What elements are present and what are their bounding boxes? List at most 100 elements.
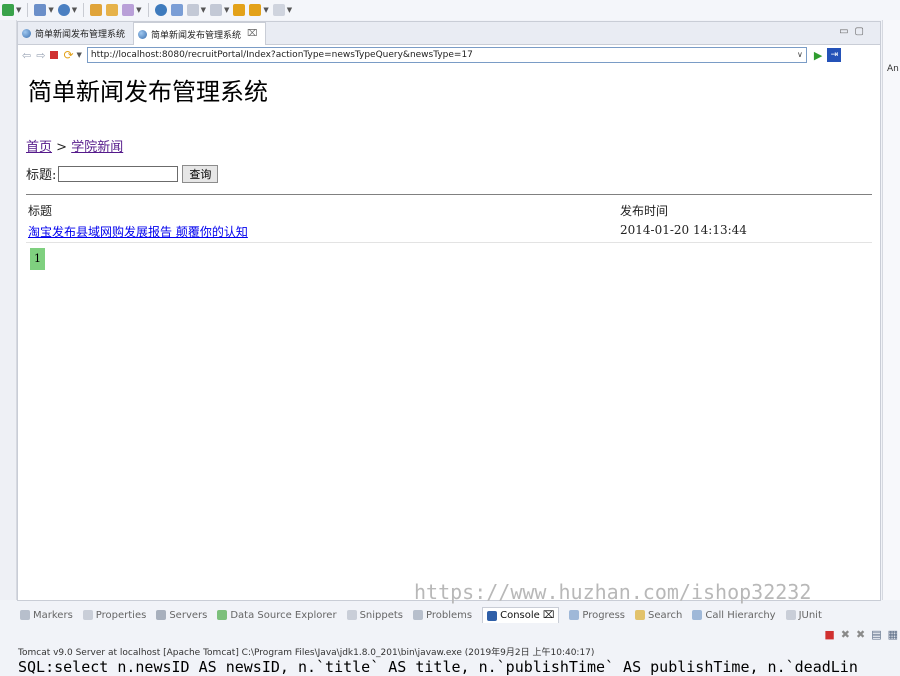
- news-title-link[interactable]: 淘宝发布县域网购发展报告 颠覆你的认知: [28, 223, 620, 240]
- divider: [26, 242, 872, 243]
- dropdown-arrow-icon[interactable]: ▼: [263, 6, 268, 14]
- watermark: https://www.huzhan.com/ishop32232: [414, 580, 812, 604]
- scroll-lock-icon[interactable]: ▤: [871, 628, 881, 641]
- console-output-sql: SQL:select n.newsID AS newsID, n.`title`…: [18, 658, 858, 676]
- remove-all-icon[interactable]: ✖: [856, 628, 865, 641]
- table-row: 淘宝发布县域网购发展报告 颠覆你的认知 2014-01-20 14:13:44: [28, 223, 872, 240]
- tab-label: Servers: [169, 609, 208, 621]
- tab-label: Data Source Explorer: [230, 609, 337, 621]
- console-server-info: Tomcat v9.0 Server at localhost [Apache …: [18, 648, 595, 658]
- breadcrumb: 首页 > 学院新闻: [26, 136, 123, 155]
- forward-icon[interactable]: [272, 4, 285, 16]
- next-annotation-icon[interactable]: [209, 4, 222, 16]
- forward-arrow-icon[interactable]: ⇨: [36, 49, 45, 62]
- toolbar-separator: [83, 3, 85, 17]
- globe-icon: [138, 29, 148, 39]
- internal-browser-editor: 简单新闻发布管理系统 简单新闻发布管理系统 ⌧ ▭▢ ⇦ ⇨ ⟳ ▼ http:…: [17, 21, 881, 604]
- dropdown-arrow-icon[interactable]: ▼: [72, 6, 77, 14]
- tab-label: Search: [648, 609, 683, 621]
- tab-snippets[interactable]: Snippets: [346, 609, 404, 621]
- refresh-icon[interactable]: ⟳: [63, 48, 73, 62]
- tab-label: Problems: [426, 609, 473, 621]
- tab-properties[interactable]: Properties: [82, 609, 147, 621]
- news-table: 标题 发布时间 淘宝发布县域网购发展报告 颠覆你的认知 2014-01-20 1…: [28, 202, 872, 240]
- data-source-icon: [217, 610, 228, 620]
- tab-call-hierarchy[interactable]: Call Hierarchy: [692, 610, 776, 621]
- open-type-icon[interactable]: [34, 4, 47, 16]
- browser-menu-icon[interactable]: ⇥: [827, 48, 842, 62]
- progress-icon: [569, 610, 580, 620]
- dropdown-arrow-icon[interactable]: ▼: [136, 6, 141, 14]
- open-folder-icon[interactable]: [106, 4, 119, 16]
- tab-browser-2[interactable]: 简单新闻发布管理系统 ⌧: [133, 22, 267, 45]
- tab-markers[interactable]: Markers: [20, 610, 73, 621]
- new-icon[interactable]: [2, 4, 14, 16]
- breadcrumb-home-link[interactable]: 首页: [26, 140, 52, 155]
- tab-progress[interactable]: Progress: [569, 610, 625, 621]
- console-icon: [487, 610, 498, 621]
- tab-label: Snippets: [359, 609, 404, 621]
- url-input[interactable]: http://localhost:8080/recruitPortal/Inde…: [86, 47, 807, 63]
- query-button[interactable]: 查询: [182, 164, 219, 183]
- breadcrumb-separator: >: [56, 140, 68, 155]
- divider: [26, 194, 872, 195]
- page-title: 简单新闻发布管理系统: [28, 78, 268, 106]
- header-publish-time: 发布时间: [620, 204, 669, 218]
- console-toolbar: ■ ✖ ✖ ▤ ▦: [824, 628, 898, 641]
- search-label: 标题:: [26, 168, 57, 183]
- tab-label: Progress: [582, 609, 626, 621]
- dropdown-arrow-icon[interactable]: ▼: [16, 6, 21, 14]
- close-icon[interactable]: ⌧: [543, 610, 555, 621]
- tab-search[interactable]: Search: [635, 610, 682, 621]
- tab-problems[interactable]: Problems: [413, 610, 472, 621]
- pencil-icon[interactable]: [122, 4, 135, 16]
- dropdown-arrow-icon[interactable]: ▼: [201, 6, 206, 14]
- breadcrumb-current-link[interactable]: 学院新闻: [71, 140, 123, 155]
- globe-icon[interactable]: [154, 4, 167, 16]
- search-row: 标题: 查询: [26, 164, 219, 183]
- bottom-panel-tabs: Markers Properties Servers Data Source E…: [17, 604, 900, 626]
- tab-label: Properties: [95, 609, 147, 621]
- annotation-icon[interactable]: [186, 4, 199, 16]
- problems-icon: [413, 610, 424, 620]
- dropdown-arrow-icon[interactable]: ▼: [77, 51, 82, 59]
- toolbar-separator: [147, 3, 149, 17]
- search-icon[interactable]: [170, 4, 183, 16]
- servers-icon: [156, 610, 167, 620]
- terminate-icon[interactable]: ■: [824, 628, 834, 641]
- properties-icon: [82, 610, 93, 620]
- tab-console[interactable]: Console ⌧: [482, 607, 560, 623]
- settings-icon[interactable]: [57, 4, 70, 16]
- window-controls: ▭▢: [839, 26, 870, 37]
- tab-data-source-explorer[interactable]: Data Source Explorer: [217, 609, 337, 621]
- left-panel-strip: [0, 20, 17, 600]
- tab-browser-1[interactable]: 简单新闻发布管理系统: [18, 22, 133, 44]
- search-icon: [635, 610, 646, 620]
- go-icon[interactable]: ▶: [814, 49, 822, 62]
- tab-label: 简单新闻发布管理系统: [151, 30, 242, 41]
- dropdown-arrow-icon[interactable]: ▼: [287, 6, 292, 14]
- dropdown-arrow-icon[interactable]: ▼: [224, 6, 229, 14]
- pin-console-icon[interactable]: ▦: [888, 628, 898, 641]
- right-panel-label[interactable]: An: [887, 64, 899, 74]
- stop-icon[interactable]: [50, 51, 59, 59]
- last-edit-icon[interactable]: [233, 4, 246, 16]
- dropdown-arrow-icon[interactable]: ▼: [48, 6, 53, 14]
- tab-label: Markers: [33, 609, 73, 621]
- minimize-icon[interactable]: ▭: [839, 26, 854, 37]
- tab-servers[interactable]: Servers: [156, 610, 207, 621]
- tab-label: JUnit: [798, 609, 822, 621]
- page-number-button[interactable]: 1: [30, 248, 45, 270]
- web-page-content: 简单新闻发布管理系统 首页 > 学院新闻 标题: 查询 标题 发布时间 淘宝发布…: [18, 66, 880, 604]
- tab-junit[interactable]: JUnit: [785, 609, 822, 621]
- url-history-dropdown-icon[interactable]: ∨: [797, 48, 803, 62]
- table-header: 标题 发布时间: [28, 202, 872, 219]
- close-icon[interactable]: ⌧: [247, 29, 257, 39]
- back-arrow-icon[interactable]: ⇦: [22, 49, 31, 62]
- remove-launch-icon[interactable]: ✖: [841, 628, 850, 641]
- folder-icon[interactable]: [90, 4, 103, 16]
- junit-icon: [785, 610, 796, 620]
- title-search-input[interactable]: [58, 165, 179, 182]
- back-icon[interactable]: [249, 4, 262, 16]
- maximize-icon[interactable]: ▢: [855, 26, 870, 37]
